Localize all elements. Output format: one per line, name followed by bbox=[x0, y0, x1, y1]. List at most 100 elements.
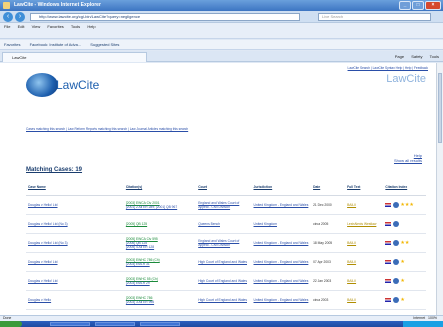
uk-flag-icon bbox=[385, 297, 392, 302]
court-link[interactable]: High Court of England and Wales bbox=[198, 298, 247, 302]
case-name-link[interactable]: Douglas v Hello bbox=[28, 298, 51, 302]
status-text: Done bbox=[3, 316, 12, 320]
citations-cell: [2003] EWHC 786 [2003] 3 All ER 996 bbox=[123, 290, 197, 310]
court-link[interactable]: England and Wales Court of Appeal - Civi… bbox=[198, 201, 239, 209]
jurisdiction-link[interactable]: United Kingdom - England and Wales bbox=[254, 241, 309, 245]
full-text-link[interactable]: BAILII bbox=[347, 203, 356, 207]
uk-flag-icon bbox=[385, 240, 392, 245]
table-row: Douglas v Hello! Ltd (No 3) [2005] QB 125… bbox=[26, 214, 426, 234]
citation-link[interactable]: [2001] 2 All ER 289; [2001] QB 967 bbox=[126, 205, 194, 209]
col-jurisdiction[interactable]: Jurisdiction bbox=[251, 179, 312, 196]
citations-cell: [2003] EWHC 55 (Ch) [2003] EMLR 29 bbox=[123, 271, 197, 291]
court-link[interactable]: High Court of England and Wales bbox=[198, 260, 247, 264]
court-link[interactable]: Queens Bench bbox=[198, 222, 220, 226]
jurisdiction-link[interactable]: United Kingdom - England and Wales bbox=[254, 298, 309, 302]
favorite-link-suggested[interactable]: Suggested Sites bbox=[90, 42, 119, 47]
favorites-bar: Favorites Facebook: Institute of Adva...… bbox=[0, 40, 443, 50]
col-full-text: Full Text bbox=[345, 179, 384, 196]
taskbar-item[interactable] bbox=[50, 322, 90, 326]
favorite-link-facebook[interactable]: Facebook: Institute of Adva... bbox=[30, 42, 82, 47]
search-input[interactable]: Live Search bbox=[318, 13, 431, 21]
case-name-link[interactable]: Douglas v Hello! Ltd bbox=[28, 279, 58, 283]
jurisdiction-link[interactable]: United Kingdom - England and Wales bbox=[254, 203, 309, 207]
citation-index-icon[interactable] bbox=[393, 277, 400, 284]
menu-edit[interactable]: Edit bbox=[18, 24, 25, 29]
menu-favorites[interactable]: Favorites bbox=[47, 24, 63, 29]
vertical-scrollbar[interactable] bbox=[436, 63, 443, 315]
col-date[interactable]: Date bbox=[311, 179, 346, 196]
page-menu[interactable]: Page bbox=[395, 54, 404, 59]
menu-bar: File Edit View Favorites Tools Help bbox=[0, 23, 443, 31]
case-name-link[interactable]: Douglas v Hello! Ltd (No 3) bbox=[28, 222, 68, 226]
col-case-name[interactable]: Case Name bbox=[26, 179, 124, 196]
close-button[interactable]: × bbox=[425, 1, 441, 10]
top-links[interactable]: LawCite Search | LawCite Syntax Help | H… bbox=[348, 66, 428, 70]
date-text: 22 Jan 2003 bbox=[313, 278, 332, 283]
favorites-button[interactable]: Favorites bbox=[4, 42, 20, 47]
table-row: Douglas v Hello! Ltd [2003] EWHC 55 (Ch)[… bbox=[26, 271, 426, 291]
col-citations: Citation(s) bbox=[123, 179, 197, 196]
citation-link[interactable]: [2005] QB 125 bbox=[126, 222, 194, 226]
jurisdiction-link[interactable]: United Kingdom bbox=[254, 222, 277, 226]
case-name-link[interactable]: Douglas v Hello! Ltd bbox=[28, 203, 58, 207]
jurisdiction-link[interactable]: United Kingdom - England and Wales bbox=[254, 279, 309, 283]
back-icon[interactable]: ‹ bbox=[3, 12, 13, 22]
address-bar[interactable]: http://www.lawcite.org/cgi-bin/LawCite?q… bbox=[30, 13, 300, 21]
menu-tools[interactable]: Tools bbox=[71, 24, 80, 29]
ie-icon bbox=[3, 2, 10, 9]
table-header: Case Name Citation(s) Court Jurisdiction… bbox=[26, 179, 426, 196]
uk-flag-icon bbox=[385, 259, 392, 264]
star-icon: ★ bbox=[400, 258, 405, 265]
citation-link[interactable]: [2003] EMLR 31 bbox=[126, 262, 194, 266]
citation-index-icon[interactable] bbox=[393, 239, 400, 246]
full-text-link[interactable]: BAILII bbox=[347, 298, 356, 302]
minimize-button[interactable]: _ bbox=[399, 1, 411, 10]
citation-index-icon[interactable] bbox=[393, 296, 400, 303]
window-title: LawCite - Windows Internet Explorer bbox=[14, 2, 101, 8]
taskbar-item[interactable] bbox=[95, 322, 135, 326]
full-text-link[interactable]: BAILII bbox=[347, 279, 356, 283]
table-row: Douglas v Hello! Ltd [2003] EWCA Civ 2001… bbox=[26, 195, 426, 215]
date-text: 18 May 2005 bbox=[313, 240, 333, 245]
date-text: 21 Dec 2000 bbox=[313, 202, 332, 207]
show-all-link[interactable]: Show all results bbox=[394, 158, 422, 163]
col-citation-index: Citation Index bbox=[383, 179, 426, 196]
tab-lawcite[interactable]: LawCite bbox=[2, 52, 147, 62]
citation-index-icon[interactable] bbox=[393, 258, 400, 265]
citation-link[interactable]: [2003] EMLR 29 bbox=[126, 281, 194, 285]
forward-icon[interactable]: › bbox=[15, 12, 25, 22]
taskbar-item[interactable] bbox=[140, 322, 180, 326]
full-text-link[interactable]: BAILII bbox=[347, 241, 356, 245]
case-name-link[interactable]: Douglas v Hello! Ltd bbox=[28, 260, 58, 264]
uk-flag-icon bbox=[385, 221, 392, 226]
table-row: Douglas v Hello! Ltd (No 3) [2005] EWCA C… bbox=[26, 233, 426, 253]
citation-index-icon[interactable] bbox=[393, 201, 400, 208]
menu-file[interactable]: File bbox=[4, 24, 10, 29]
citation-link[interactable]: [2005] 4 All ER 128 bbox=[126, 245, 194, 249]
citation-link[interactable]: [2003] 3 All ER 996 bbox=[126, 300, 194, 304]
citation-index-icon[interactable] bbox=[393, 220, 400, 227]
star-icon: ★ bbox=[400, 277, 405, 284]
menu-help[interactable]: Help bbox=[87, 24, 95, 29]
results-table: Case Name Citation(s) Court Jurisdiction… bbox=[26, 179, 426, 310]
citations-cell: [2005] QB 125 bbox=[123, 214, 197, 234]
table-row: Douglas v Hello! Ltd [2003] EWHC 786 (Ch)… bbox=[26, 252, 426, 272]
search-nav-links[interactable]: Cases matching this search | Law Reform … bbox=[26, 127, 188, 131]
uk-flag-icon bbox=[385, 202, 392, 207]
tools-menu[interactable]: Tools bbox=[430, 54, 439, 59]
jurisdiction-link[interactable]: United Kingdom - England and Wales bbox=[254, 260, 309, 264]
maximize-button[interactable]: □ bbox=[412, 1, 424, 10]
full-text-link[interactable]: LexisNexis Westlaw bbox=[347, 222, 376, 226]
tab-row: LawCite Page Safety Tools bbox=[0, 51, 443, 62]
menu-view[interactable]: View bbox=[32, 24, 41, 29]
court-link[interactable]: England and Wales Court of Appeal - Civi… bbox=[198, 239, 239, 247]
full-text-link[interactable]: BAILII bbox=[347, 260, 356, 264]
scroll-thumb[interactable] bbox=[438, 73, 442, 143]
start-button[interactable] bbox=[0, 321, 22, 327]
court-link[interactable]: High Court of England and Wales bbox=[198, 279, 247, 283]
logo-text: LawCite bbox=[56, 78, 100, 92]
col-court[interactable]: Court bbox=[196, 179, 252, 196]
date-text: circa 2003 bbox=[313, 297, 329, 302]
case-name-link[interactable]: Douglas v Hello! Ltd (No 3) bbox=[28, 241, 68, 245]
safety-menu[interactable]: Safety bbox=[411, 54, 422, 59]
